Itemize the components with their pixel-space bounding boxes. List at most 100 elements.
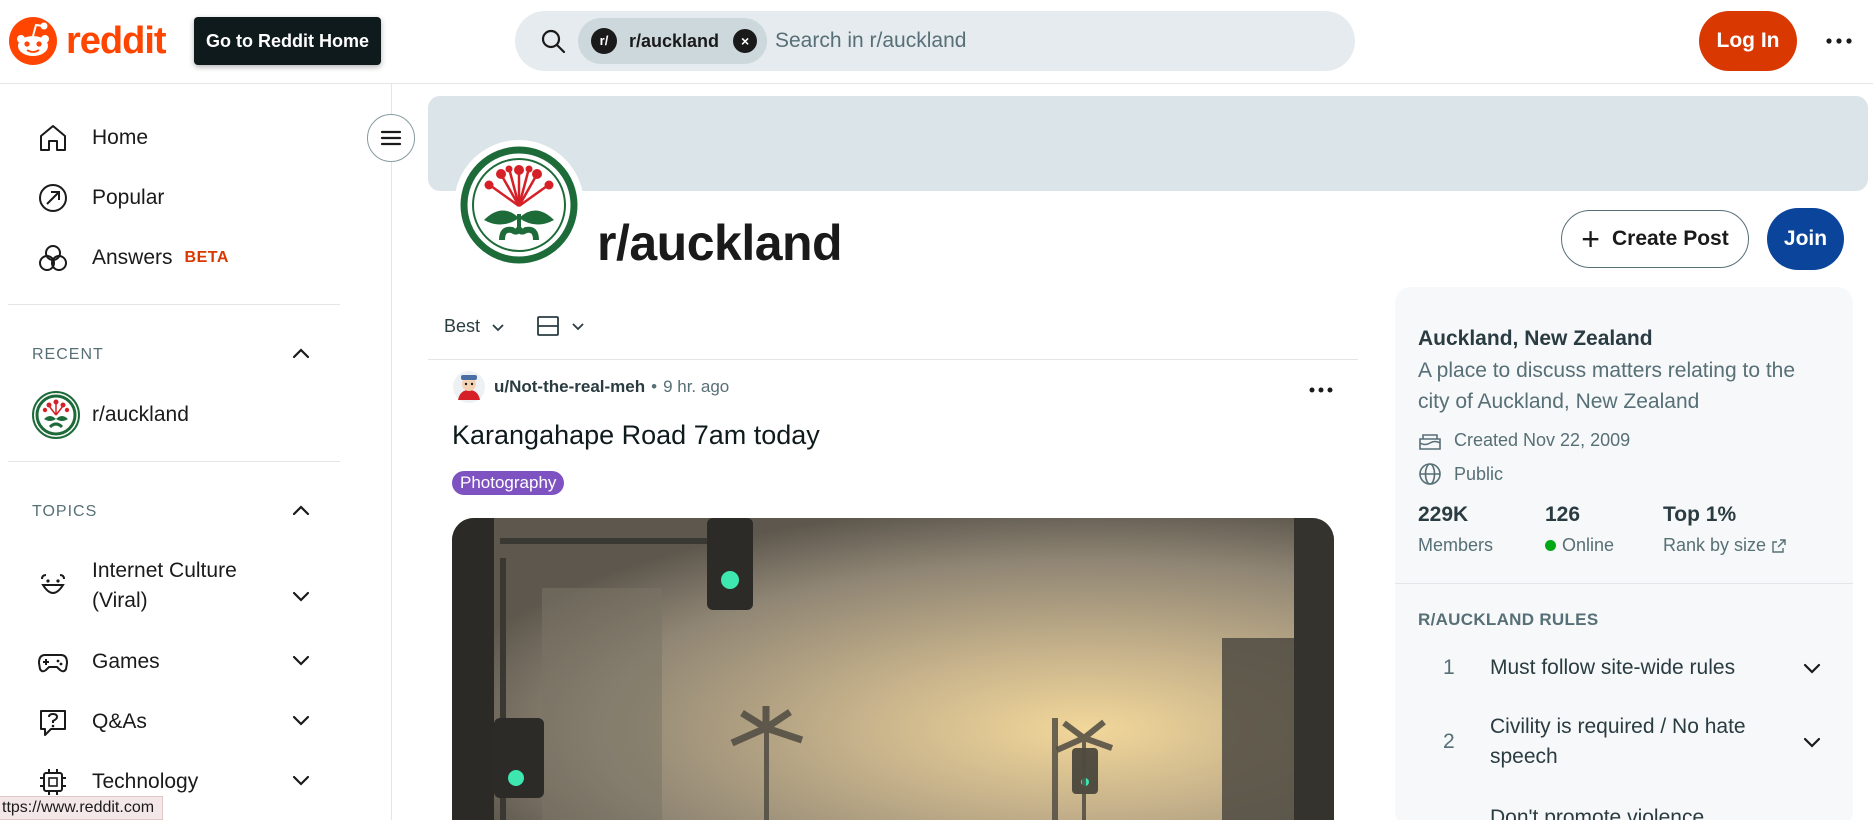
search-scope-label: r/auckland: [629, 30, 720, 51]
smile-icon: [41, 574, 65, 594]
rule-text: Must follow site-wide rules: [1490, 656, 1736, 679]
gamepad-icon: [37, 654, 69, 673]
rank-label: Rank by size: [1663, 535, 1767, 555]
community-banner: [428, 96, 1868, 191]
card-view-icon: [537, 316, 559, 336]
chevron-down-icon: [572, 323, 584, 331]
chevron-down-icon: [492, 323, 504, 331]
topic-label: Internet Culture (Viral): [92, 559, 237, 612]
topic-internet-culture[interactable]: Internet Culture (Viral): [36, 556, 262, 616]
home-icon: [40, 125, 66, 151]
chevron-down-icon[interactable]: [289, 648, 313, 672]
chevron-down-icon: [1803, 737, 1821, 748]
collapse-sidebar-button[interactable]: [367, 114, 415, 162]
auckland-community-icon: [32, 391, 80, 439]
avatar[interactable]: [452, 370, 486, 404]
more-options-icon[interactable]: [1306, 380, 1336, 400]
nav-answers-label: Answers: [92, 246, 173, 269]
beta-badge: BETA: [184, 249, 229, 266]
status-bar-url: ttps://www.reddit.com: [0, 796, 164, 820]
menu-icon: [380, 130, 402, 146]
view-toggle[interactable]: [536, 314, 588, 338]
created-row: Created Nov 22, 2009: [1418, 429, 1630, 451]
post-title[interactable]: Karangahape Road 7am today: [452, 420, 820, 451]
created-date: Created Nov 22, 2009: [1454, 429, 1631, 450]
create-post-label: Create Post: [1611, 227, 1729, 250]
chevron-up-icon[interactable]: [289, 499, 313, 523]
topic-technology[interactable]: Technology: [36, 765, 198, 799]
reddit-wordmark: reddit: [66, 19, 167, 62]
search-input[interactable]: [775, 11, 1335, 71]
home-tooltip: Go to Reddit Home: [194, 17, 381, 65]
popular-icon: [39, 184, 67, 212]
nav-popular[interactable]: Popular: [36, 178, 164, 218]
topic-label: Q&As: [92, 710, 147, 733]
create-post-button[interactable]: + Create Post: [1561, 210, 1749, 268]
topic-games[interactable]: Games: [36, 645, 160, 679]
feed-sort-bar: Best: [428, 304, 1358, 360]
online-label: Online: [1562, 535, 1615, 555]
chevron-up-icon[interactable]: [289, 342, 313, 366]
members-label: Members: [1418, 535, 1494, 555]
join-button[interactable]: Join: [1767, 208, 1844, 270]
visibility-row: Public: [1418, 462, 1503, 486]
community-title: r/auckland: [597, 215, 843, 271]
rule-number: 1: [1443, 656, 1455, 679]
recent-item-auckland[interactable]: r/auckland: [32, 391, 189, 439]
visibility-label: Public: [1454, 463, 1504, 484]
topic-label: Games: [92, 650, 160, 673]
nav-answers[interactable]: Answers BETA: [36, 238, 229, 278]
rank-value: Top 1%: [1663, 503, 1737, 526]
rule-text: Civility is required / No hate speech: [1490, 715, 1746, 768]
post-timestamp: 9 hr. ago: [663, 377, 730, 396]
login-button[interactable]: Log In: [1699, 11, 1797, 71]
rules-heading: R/AUCKLAND RULES: [1418, 610, 1599, 629]
post-meta: u/Not-the-real-meh • 9 hr. ago: [452, 370, 729, 404]
nav-popular-label: Popular: [92, 186, 165, 209]
reddit-logo-icon: [9, 17, 57, 65]
post-author-link[interactable]: u/Not-the-real-meh: [494, 377, 645, 397]
about-divider: [1395, 583, 1853, 584]
left-sidebar: Home Popular Answers BETA RECENT r/auckl: [0, 84, 392, 820]
recent-heading: RECENT: [32, 346, 104, 363]
rule-text: Don't promote violence: [1490, 806, 1705, 820]
sort-dropdown[interactable]: Best: [444, 316, 508, 337]
reddit-home-link[interactable]: reddit: [8, 16, 167, 66]
search-bar[interactable]: r/ r/auckland ×: [515, 11, 1355, 71]
rule-item[interactable]: 2 Civility is required / No hate speech: [1418, 712, 1838, 774]
chevron-down-icon[interactable]: [289, 584, 313, 608]
plus-icon: +: [1581, 221, 1600, 257]
post-image[interactable]: [452, 518, 1334, 820]
stat-online: 126 Online: [1545, 503, 1614, 556]
rule-item[interactable]: Don't promote violence: [1418, 803, 1838, 820]
subreddit-badge-icon: r/: [591, 28, 617, 54]
chip-icon: [40, 769, 66, 795]
chevron-down-icon: [1803, 663, 1821, 674]
members-count: 229K: [1418, 503, 1469, 526]
answers-icon: [39, 245, 67, 271]
online-count: 126: [1545, 503, 1581, 526]
recent-item-label: r/auckland: [92, 403, 189, 426]
topic-label: Technology: [92, 770, 199, 793]
cake-icon: [1419, 434, 1441, 450]
search-icon: [541, 29, 566, 54]
nav-home[interactable]: Home: [36, 118, 148, 158]
community-about-panel: Auckland, New Zealand A place to discuss…: [1395, 287, 1853, 820]
topic-qas[interactable]: Q&As: [36, 705, 147, 739]
topics-heading: TOPICS: [32, 503, 98, 520]
chevron-down-icon[interactable]: [289, 768, 313, 792]
stat-members: 229K Members: [1418, 503, 1493, 556]
more-options-icon[interactable]: [1822, 24, 1856, 58]
post-flair[interactable]: Photography: [452, 471, 565, 495]
question-icon: [40, 710, 66, 736]
rule-item[interactable]: 1 Must follow site-wide rules: [1418, 653, 1838, 689]
community-avatar: [454, 140, 584, 270]
sidebar-divider: [8, 304, 340, 305]
online-indicator-icon: [1545, 540, 1556, 551]
search-scope-chip[interactable]: r/ r/auckland ×: [578, 18, 768, 64]
about-title: Auckland, New Zealand: [1418, 327, 1653, 350]
foggy-street-photo: [452, 518, 1334, 820]
chevron-down-icon[interactable]: [289, 708, 313, 732]
stat-rank[interactable]: Top 1% Rank by size: [1663, 503, 1787, 556]
close-icon[interactable]: ×: [733, 29, 758, 53]
